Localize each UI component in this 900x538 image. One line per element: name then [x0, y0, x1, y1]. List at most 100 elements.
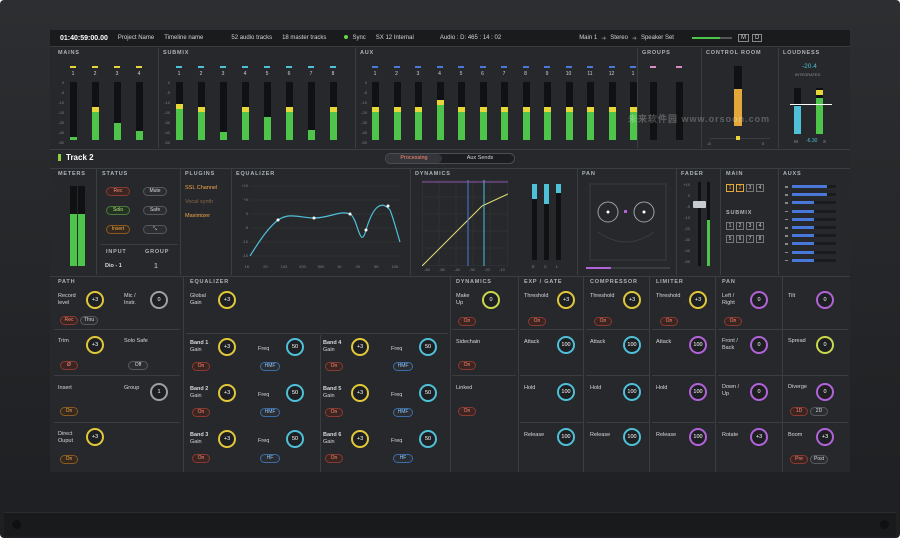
submix-assign-button[interactable]: 3	[746, 222, 754, 230]
d-button[interactable]: D	[751, 34, 763, 42]
on-button[interactable]: On	[192, 454, 210, 463]
thru-button[interactable]: Thru	[80, 316, 98, 325]
band-freq-knob[interactable]: 50	[419, 338, 437, 356]
knob[interactable]: 100	[623, 383, 641, 401]
pan-field-graph[interactable]	[588, 182, 668, 262]
solo-button[interactable]: Solo	[106, 206, 130, 215]
plugin-item[interactable]: SSL Channel	[185, 185, 217, 192]
on-button[interactable]: On	[325, 362, 343, 371]
band-gain-knob[interactable]: +3	[351, 384, 369, 402]
band-type-button[interactable]: HMF	[393, 362, 413, 371]
band-freq-knob[interactable]: 50	[286, 338, 304, 356]
on-button[interactable]: On	[528, 317, 546, 326]
band-gain-knob[interactable]: +3	[218, 338, 236, 356]
on-button[interactable]: On	[325, 454, 343, 463]
output-main[interactable]: Main 1	[579, 35, 597, 41]
band-gain-knob[interactable]: +3	[351, 430, 369, 448]
output-speaker-set[interactable]: Speaker Set	[641, 35, 674, 41]
tab-aux-sends[interactable]: Aux Sends	[450, 154, 510, 163]
post-button[interactable]: Post	[810, 455, 828, 464]
knob[interactable]: +3	[218, 291, 236, 309]
safe-button[interactable]: Safe	[143, 206, 167, 215]
knob[interactable]: +3	[623, 291, 641, 309]
rec-button[interactable]: Rec	[106, 187, 130, 196]
knob[interactable]: 0	[482, 291, 500, 309]
band-freq-knob[interactable]: 50	[286, 430, 304, 448]
submix-assign-button[interactable]: 7	[746, 235, 754, 243]
band-freq-knob[interactable]: 50	[286, 384, 304, 402]
plugin-item[interactable]: Maximizer	[185, 213, 210, 220]
knob[interactable]: 100	[557, 428, 575, 446]
knob[interactable]: 100	[689, 428, 707, 446]
group-value[interactable]: 1	[154, 263, 158, 270]
plugin-item[interactable]: Vocal synth	[185, 199, 213, 206]
on-button[interactable]: On	[60, 455, 78, 464]
aux-send-slider[interactable]	[792, 242, 836, 246]
knob[interactable]: +3	[689, 291, 707, 309]
knob[interactable]: 0	[750, 291, 768, 309]
knob[interactable]: +3	[86, 291, 104, 309]
main-assign-button[interactable]: 4	[756, 184, 764, 192]
mode-2d-button[interactable]: 2D	[810, 407, 828, 416]
off-button[interactable]: Off	[128, 361, 148, 370]
on-button[interactable]: On	[60, 407, 78, 416]
fader-track[interactable]	[698, 182, 701, 266]
on-button[interactable]: On	[192, 408, 210, 417]
knob[interactable]: 0	[150, 291, 168, 309]
dynamics-transfer-graph[interactable]	[422, 180, 508, 266]
knob[interactable]: 100	[689, 336, 707, 354]
band-type-button[interactable]: HMF	[260, 408, 280, 417]
submix-assign-button[interactable]: 4	[756, 222, 764, 230]
aux-send-slider[interactable]	[792, 250, 836, 254]
tab-processing[interactable]: Processing	[386, 154, 442, 163]
submix-assign-button[interactable]: 8	[756, 235, 764, 243]
knob[interactable]: 0	[750, 336, 768, 354]
submix-assign-button[interactable]: 5	[726, 235, 734, 243]
eq-curve-graph[interactable]	[240, 180, 405, 266]
band-gain-knob[interactable]: +3	[218, 430, 236, 448]
band-gain-knob[interactable]: +3	[351, 338, 369, 356]
knob[interactable]: 100	[689, 383, 707, 401]
band-type-button[interactable]: HF	[393, 454, 413, 463]
mute-button[interactable]: Mute	[143, 187, 167, 196]
main-assign-button[interactable]: 3	[746, 184, 754, 192]
knob[interactable]: 0	[750, 383, 768, 401]
knob[interactable]: +3	[86, 428, 104, 446]
on-button[interactable]: On	[724, 317, 742, 326]
pre-button[interactable]: Pre	[790, 455, 808, 464]
knob[interactable]: +3	[86, 336, 104, 354]
on-button[interactable]: On	[660, 317, 678, 326]
rec-button[interactable]: Rec	[60, 316, 78, 325]
band-freq-knob[interactable]: 50	[419, 384, 437, 402]
knob[interactable]: 100	[557, 383, 575, 401]
aux-send-slider[interactable]	[792, 226, 836, 229]
on-button[interactable]: On	[458, 317, 476, 326]
band-type-button[interactable]: HMF	[393, 408, 413, 417]
on-button[interactable]: On	[192, 362, 210, 371]
knob[interactable]: 100	[623, 428, 641, 446]
submix-assign-button[interactable]: 6	[736, 235, 744, 243]
pan-slider[interactable]	[586, 267, 670, 269]
on-button[interactable]: On	[458, 361, 476, 370]
main-assign-button[interactable]: 2	[736, 184, 744, 192]
knob[interactable]: 0	[816, 291, 834, 309]
main-assign-button[interactable]: 1	[726, 184, 734, 192]
aux-send-slider[interactable]	[792, 185, 836, 188]
aux-send-slider[interactable]	[792, 258, 836, 262]
knob[interactable]: 100	[557, 336, 575, 354]
phase-button[interactable]: Ø	[60, 361, 78, 370]
insert-button[interactable]: Insert	[106, 225, 130, 234]
knob[interactable]: +3	[750, 428, 768, 446]
band-type-button[interactable]: HMF	[260, 362, 280, 371]
mode-1d-button[interactable]: 1D	[790, 407, 808, 416]
aux-send-slider[interactable]	[792, 209, 836, 213]
on-button[interactable]: On	[325, 408, 343, 417]
knob[interactable]: +3	[816, 428, 834, 446]
aux-send-slider[interactable]	[792, 193, 836, 197]
knob[interactable]: 0	[816, 383, 834, 401]
output-stereo[interactable]: Stereo	[610, 35, 628, 41]
aux-send-slider[interactable]	[792, 217, 836, 221]
aux-send-slider[interactable]	[792, 234, 836, 238]
on-button[interactable]: On	[458, 407, 476, 416]
submix-assign-button[interactable]: 2	[736, 222, 744, 230]
